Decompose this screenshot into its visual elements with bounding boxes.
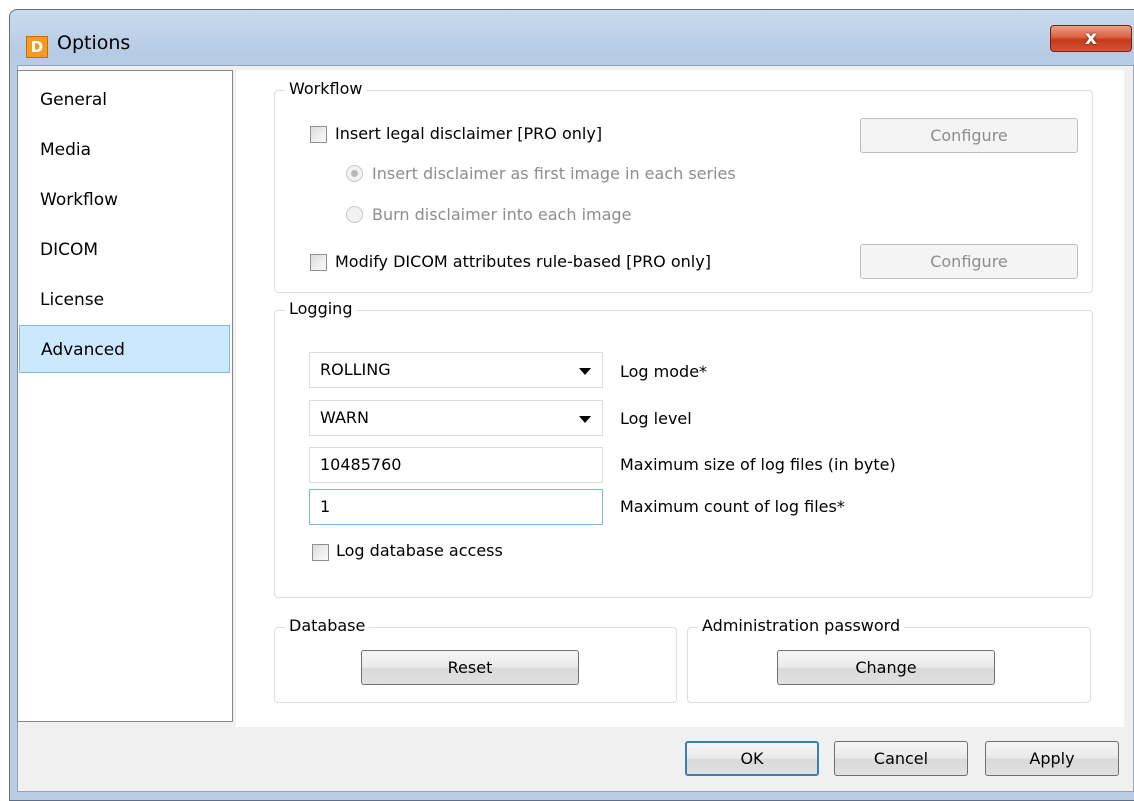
ok-button[interactable]: OK — [685, 741, 819, 776]
database-legend: Database — [285, 616, 370, 635]
change-password-button[interactable]: Change — [777, 650, 995, 685]
sidebar-item-license[interactable]: License — [19, 276, 231, 324]
advanced-settings-panel: Workflow Insert legal disclaimer [PRO on… — [236, 70, 1124, 727]
sidebar-item-general[interactable]: General — [19, 76, 231, 124]
sidebar-item-workflow[interactable]: Workflow — [19, 176, 231, 224]
log-db-access-label: Log database access — [336, 541, 503, 560]
log-mode-value: ROLLING — [320, 360, 391, 379]
chevron-down-icon — [579, 416, 591, 423]
options-category-list: General Media Workflow DICOM License Adv… — [17, 70, 233, 722]
modify-dicom-label: Modify DICOM attributes rule-based [PRO … — [335, 252, 711, 271]
close-button[interactable]: x — [1050, 25, 1132, 52]
close-icon: x — [1084, 27, 1098, 49]
app-icon: D — [26, 36, 48, 58]
configure-disclaimer-button[interactable]: Configure — [860, 118, 1078, 153]
cancel-button[interactable]: Cancel — [834, 741, 968, 776]
admin-password-legend: Administration password — [698, 616, 905, 635]
workflow-legend: Workflow — [285, 79, 367, 98]
configure-dicom-rules-button[interactable]: Configure — [860, 244, 1078, 279]
insert-disclaimer-checkbox[interactable] — [310, 126, 327, 143]
insert-disclaimer-label: Insert legal disclaimer [PRO only] — [335, 124, 603, 143]
modify-dicom-checkbox[interactable] — [310, 254, 327, 271]
burn-disclaimer-radio[interactable] — [346, 206, 363, 223]
log-mode-label: Log mode* — [620, 362, 708, 381]
logging-legend: Logging — [285, 299, 357, 318]
log-db-access-checkbox[interactable] — [312, 544, 329, 561]
log-level-label: Log level — [620, 409, 692, 428]
max-log-size-input[interactable]: 10485760 — [309, 447, 603, 483]
max-log-count-input[interactable]: 1 — [309, 489, 603, 525]
chevron-down-icon — [579, 368, 591, 375]
window-title: Options — [57, 32, 131, 54]
apply-button[interactable]: Apply — [985, 741, 1119, 776]
disclaimer-first-image-radio[interactable] — [346, 165, 363, 182]
log-level-select[interactable]: WARN — [309, 400, 603, 436]
disclaimer-first-image-label: Insert disclaimer as first image in each… — [372, 164, 736, 183]
reset-database-button[interactable]: Reset — [361, 650, 579, 685]
log-level-value: WARN — [320, 408, 369, 427]
max-log-size-label: Maximum size of log files (in byte) — [620, 455, 896, 474]
sidebar-item-advanced[interactable]: Advanced — [19, 325, 230, 373]
sidebar-item-media[interactable]: Media — [19, 126, 231, 174]
sidebar-item-dicom[interactable]: DICOM — [19, 226, 231, 274]
max-log-count-label: Maximum count of log files* — [620, 497, 845, 516]
burn-disclaimer-label: Burn disclaimer into each image — [372, 205, 632, 224]
log-mode-select[interactable]: ROLLING — [309, 352, 603, 388]
